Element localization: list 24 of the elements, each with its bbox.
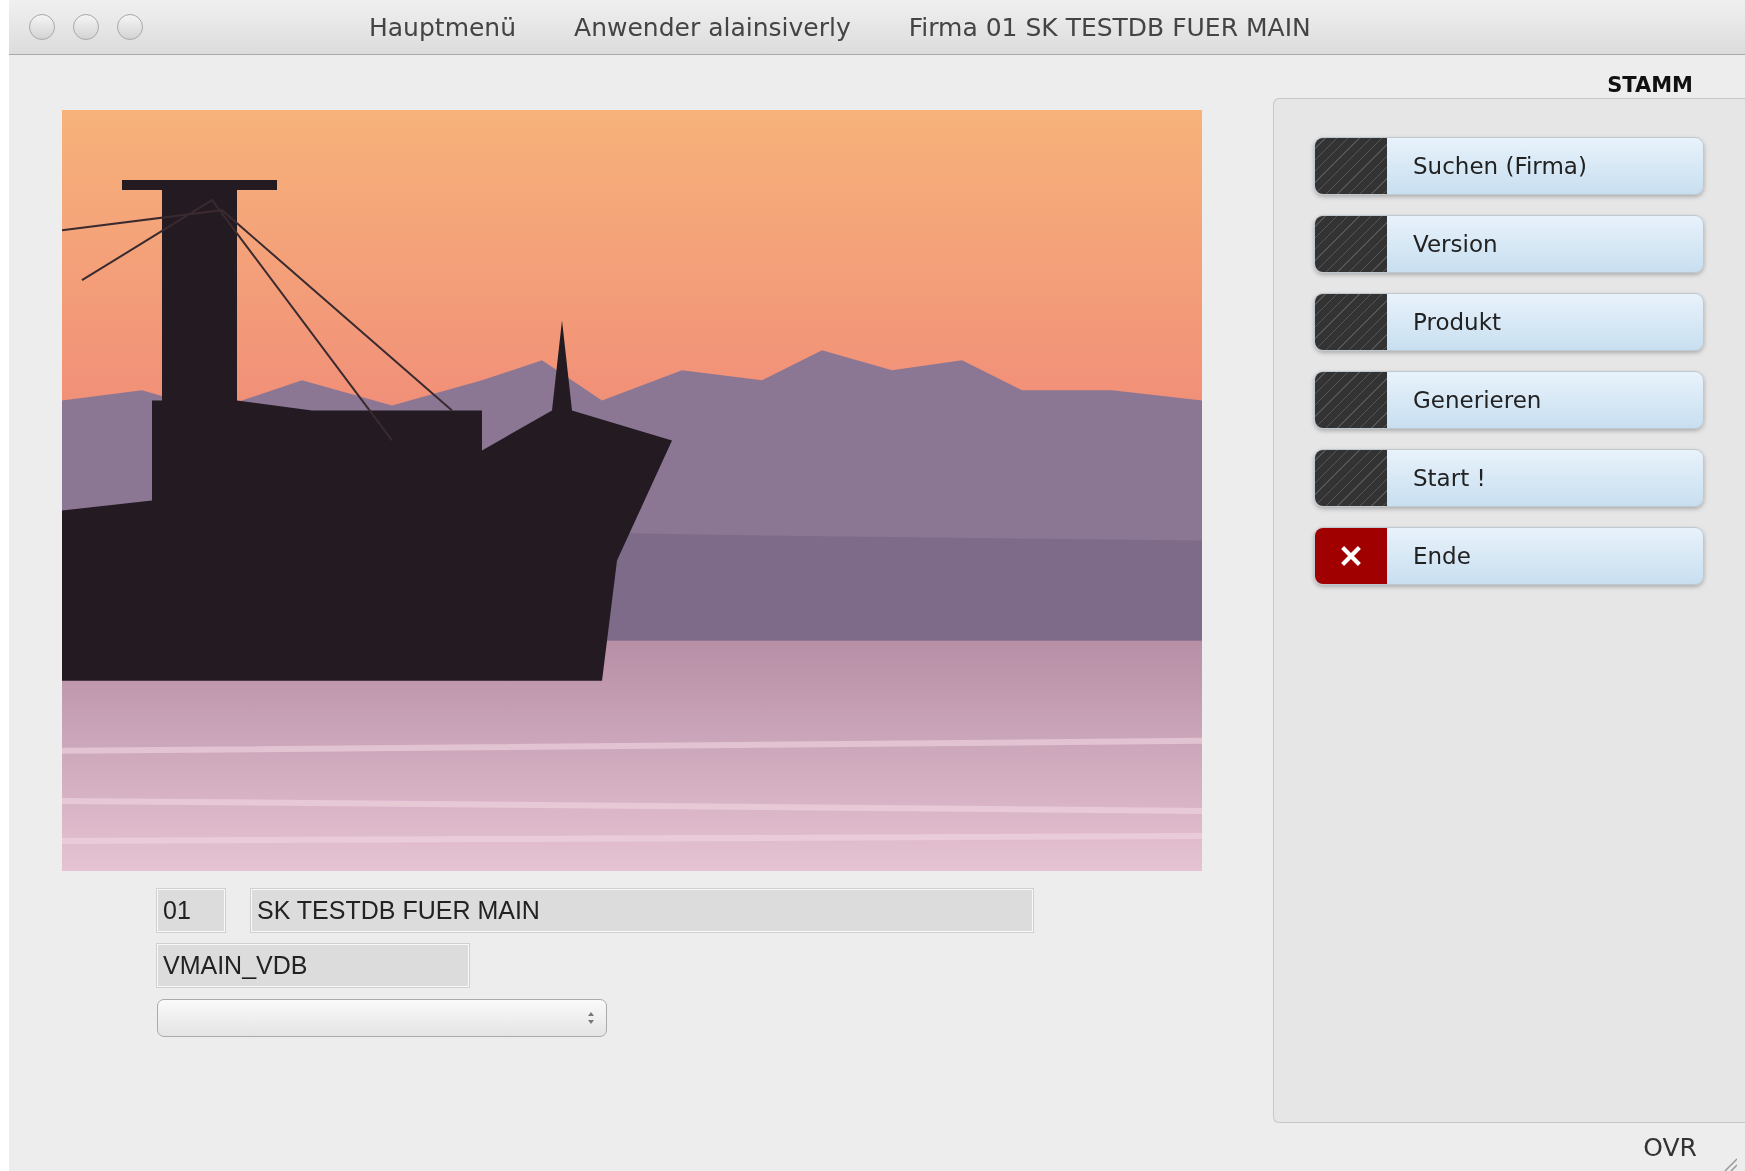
- window-control-button[interactable]: [117, 14, 143, 40]
- close-icon: [1315, 528, 1387, 584]
- status-mode: OVR: [1643, 1132, 1697, 1162]
- menu-button[interactable]: Start !: [1314, 449, 1704, 507]
- menu-button[interactable]: Generieren: [1314, 371, 1704, 429]
- menu-button[interactable]: Version: [1314, 215, 1704, 273]
- panel-tab[interactable]: STAMM: [1607, 73, 1693, 97]
- company-number-field[interactable]: 01: [157, 889, 225, 932]
- hatched-swatch-icon: [1315, 216, 1387, 272]
- menu-button[interactable]: Ende: [1314, 527, 1704, 585]
- company-name-field[interactable]: SK TESTDB FUER MAIN: [251, 889, 1033, 932]
- hatched-swatch-icon: [1315, 138, 1387, 194]
- window-title: Anwender alainsiverly: [574, 12, 851, 42]
- dropdown[interactable]: [157, 999, 607, 1037]
- hatched-swatch-icon: [1315, 372, 1387, 428]
- menu-button[interactable]: Suchen (Firma): [1314, 137, 1704, 195]
- hatched-swatch-icon: [1315, 450, 1387, 506]
- window-control-button[interactable]: [73, 14, 99, 40]
- window-title: Firma 01 SK TESTDB FUER MAIN: [908, 12, 1311, 42]
- menu-button[interactable]: Produkt: [1314, 293, 1704, 351]
- window-control-button[interactable]: [29, 14, 55, 40]
- hatched-swatch-icon: [1315, 294, 1387, 350]
- window-title: Hauptmenü: [369, 12, 517, 42]
- database-field[interactable]: VMAIN_VDB: [157, 944, 469, 987]
